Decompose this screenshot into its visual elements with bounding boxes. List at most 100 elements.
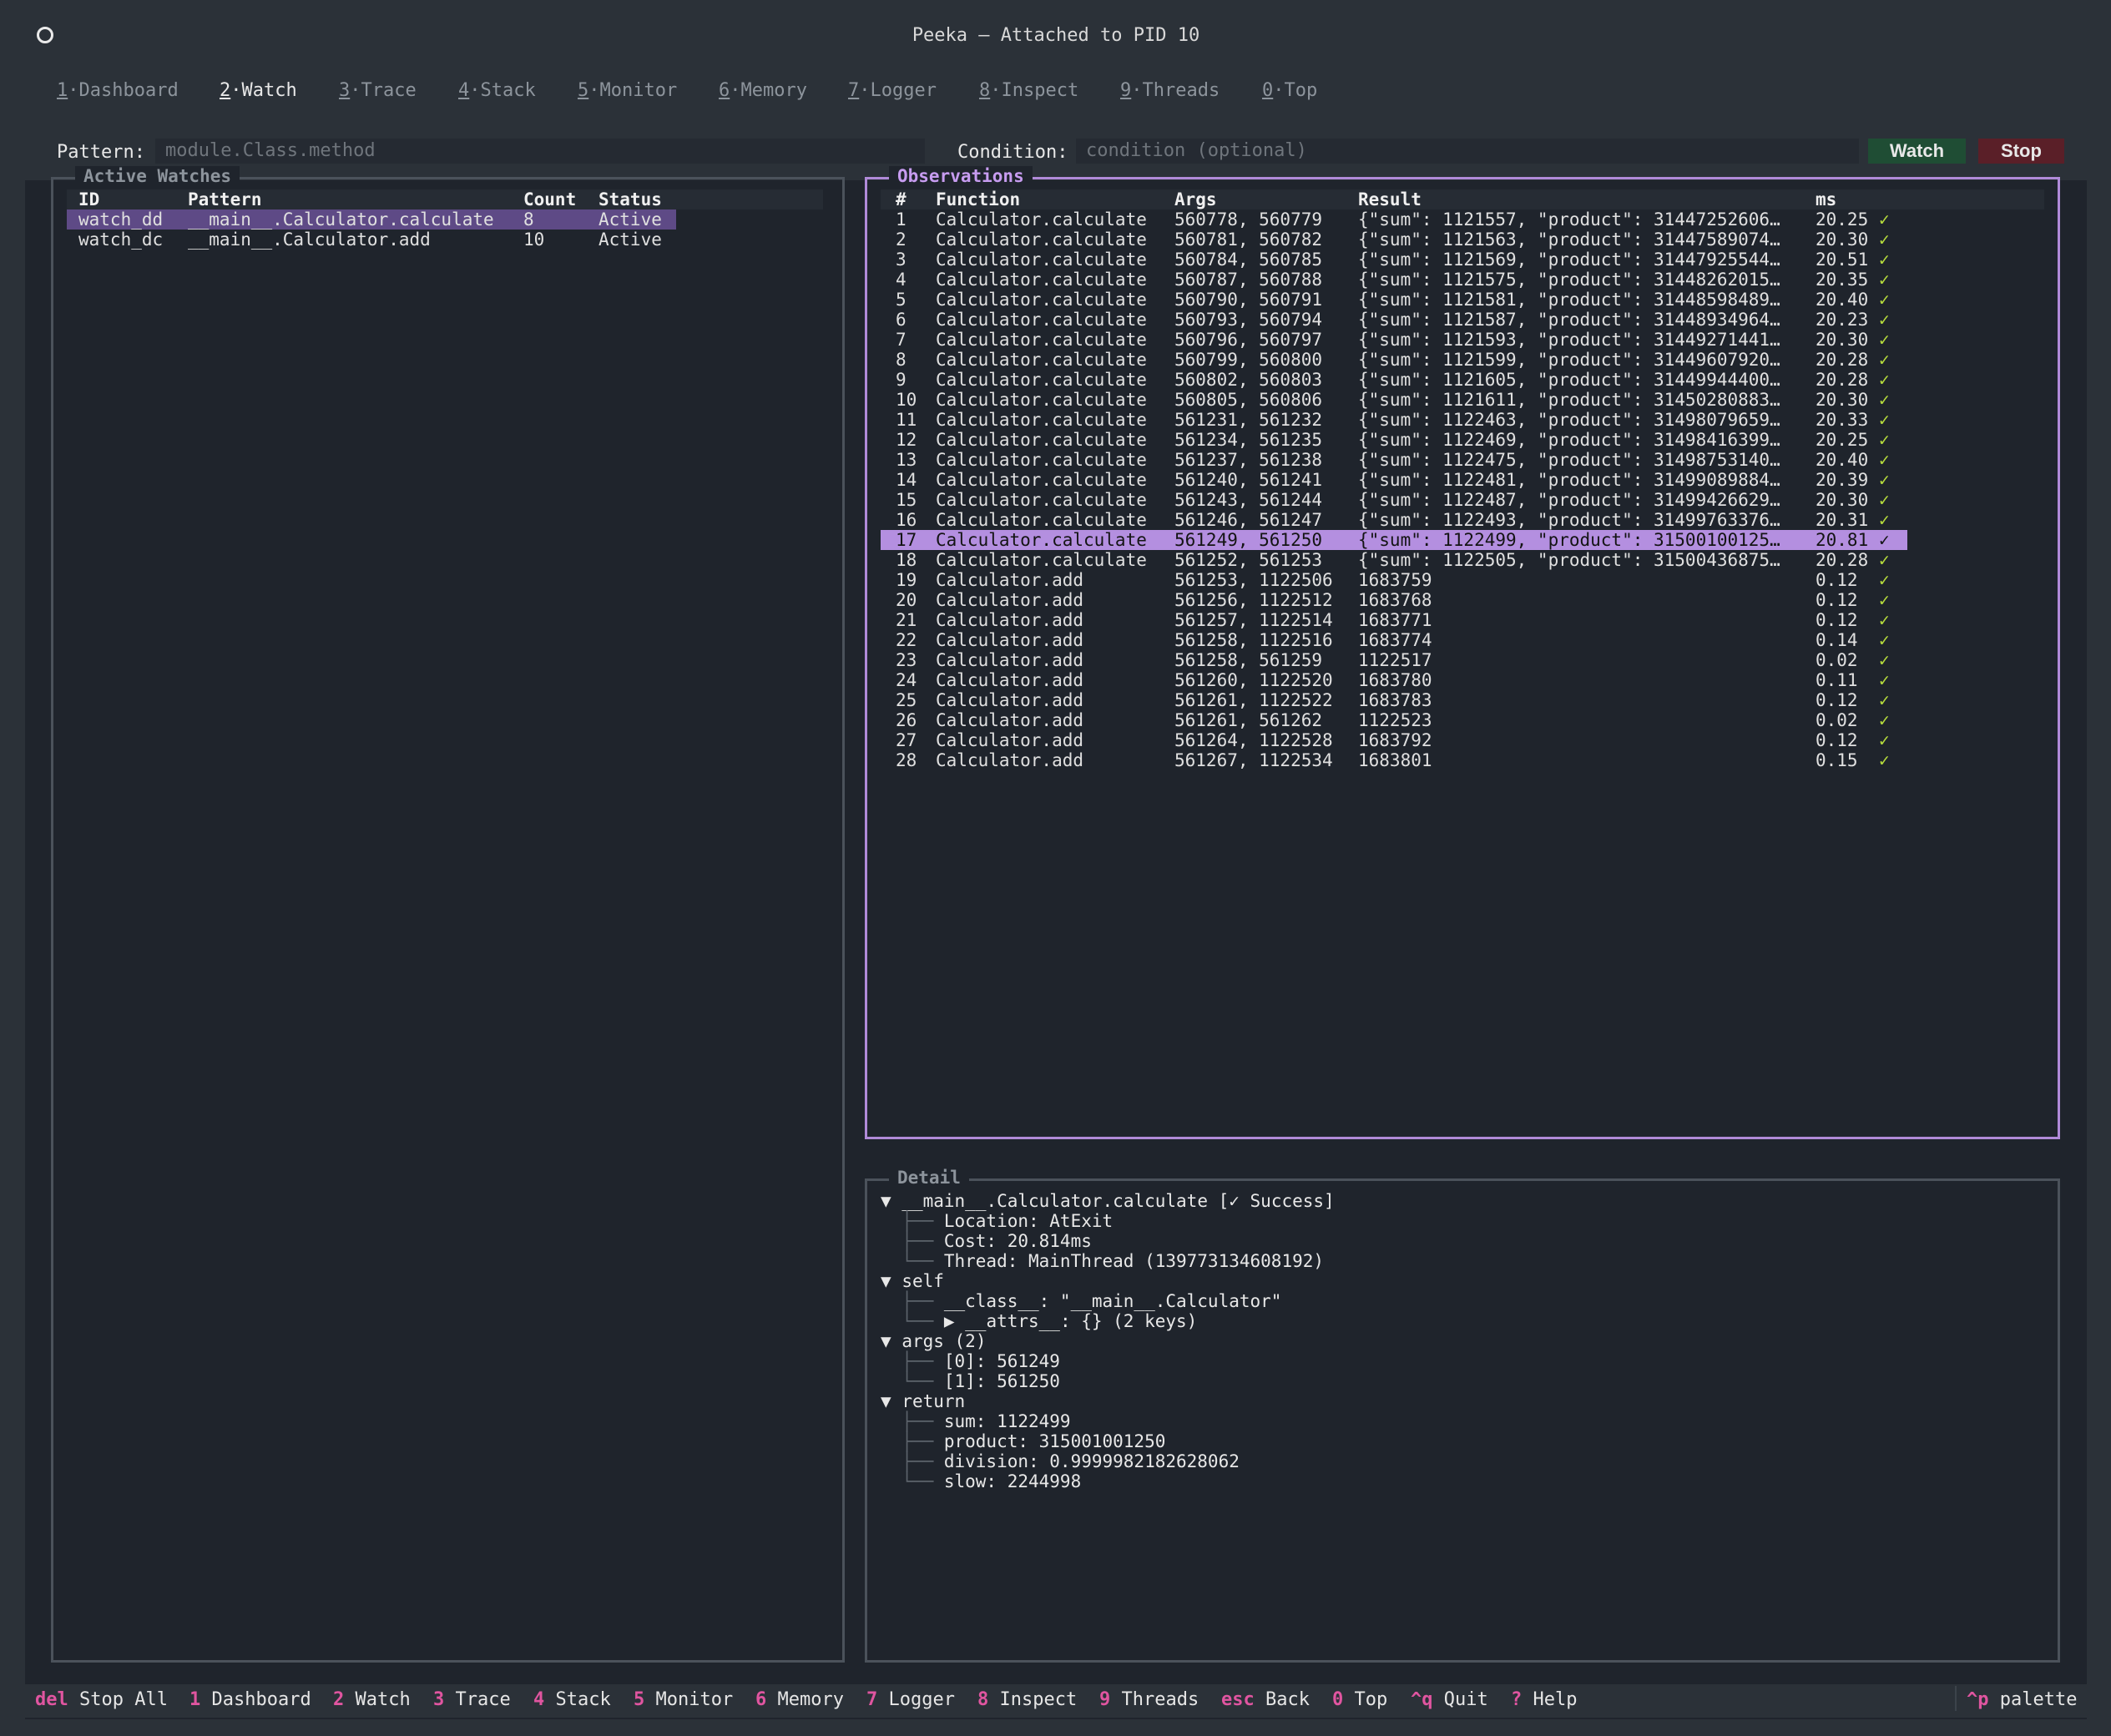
footer-key: esc bbox=[1221, 1689, 1255, 1710]
footer-item-monitor[interactable]: 5 Monitor bbox=[634, 1689, 733, 1710]
observation-row[interactable]: 8 Calculator.calculate 560799, 560800 {"sum… bbox=[881, 350, 1907, 370]
tree-text: __main__.Calculator.calculate [✓ Success… bbox=[901, 1191, 1335, 1211]
tree-node: └── slow: 2244998 bbox=[881, 1471, 1081, 1491]
tab-dashboard[interactable]: 1·Dashboard bbox=[57, 80, 179, 101]
observation-args: 560787, 560788 bbox=[1174, 270, 1323, 290]
triangle-right-icon[interactable]: ▶ bbox=[944, 1311, 965, 1331]
footer-key: 3 bbox=[433, 1689, 445, 1710]
footer-item-memory[interactable]: 6 Memory bbox=[755, 1689, 844, 1710]
tab-logger[interactable]: 7·Logger bbox=[848, 80, 937, 101]
footer-item-back[interactable]: esc Back bbox=[1221, 1689, 1310, 1710]
active-watches-panel: Active Watches ID Pattern Count Status watch… bbox=[51, 166, 845, 1663]
footer-item-help[interactable]: ? Help bbox=[1511, 1689, 1577, 1710]
footer-item-watch[interactable]: 2 Watch bbox=[333, 1689, 411, 1710]
watch-count: 10 bbox=[523, 230, 545, 250]
footer-item-inspect[interactable]: 8 Inspect bbox=[977, 1689, 1077, 1710]
stop-button[interactable]: Stop bbox=[1978, 139, 2064, 164]
tree-node[interactable]: └── ▶ __attrs__: {} (2 keys) bbox=[881, 1311, 1197, 1331]
triangle-down-icon[interactable]: ▼ bbox=[881, 1191, 891, 1211]
observation-row[interactable]: 6 Calculator.calculate 560793, 560794 {"sum… bbox=[881, 310, 1907, 330]
observation-num: 6 bbox=[896, 310, 907, 330]
triangle-down-icon[interactable]: ▼ bbox=[881, 1331, 891, 1351]
observation-args: 561256, 1122512 bbox=[1174, 590, 1333, 610]
watch-row[interactable]: watch_dc __main__.Calculator.add 10 Active bbox=[67, 230, 676, 250]
observation-row[interactable]: 26 Calculator.add 561261, 561262 1122523 0.0… bbox=[881, 710, 1907, 730]
observation-row[interactable]: 21 Calculator.add 561257, 1122514 1683771 0.… bbox=[881, 610, 1907, 630]
tab-separator: · bbox=[469, 80, 481, 101]
footer-item-top[interactable]: 0 Top bbox=[1332, 1689, 1387, 1710]
observation-row[interactable]: 1 Calculator.calculate 560778, 560779 {"sum… bbox=[881, 209, 1907, 230]
check-icon: ✓ bbox=[1879, 750, 1890, 770]
footer-item-trace[interactable]: 3 Trace bbox=[433, 1689, 511, 1710]
observation-row[interactable]: 14 Calculator.calculate 561240, 561241 {"su… bbox=[881, 470, 1907, 490]
observation-row[interactable]: 5 Calculator.calculate 560790, 560791 {"sum… bbox=[881, 290, 1907, 310]
observation-row[interactable]: 3 Calculator.calculate 560784, 560785 {"sum… bbox=[881, 250, 1907, 270]
observation-row[interactable]: 25 Calculator.add 561261, 1122522 1683783 0.… bbox=[881, 690, 1907, 710]
tab-monitor[interactable]: 5·Monitor bbox=[578, 80, 677, 101]
tab-top[interactable]: 0·Top bbox=[1262, 80, 1317, 101]
column-header-num: # bbox=[896, 189, 907, 209]
observation-row[interactable]: 23 Calculator.add 561258, 561259 1122517 0.0… bbox=[881, 650, 1907, 670]
observation-ms: 20.25 bbox=[1816, 209, 1869, 230]
tab-threads[interactable]: 9·Threads bbox=[1120, 80, 1220, 101]
observation-ms: 0.12 bbox=[1816, 610, 1858, 630]
observation-row[interactable]: 2 Calculator.calculate 560781, 560782 {"sum… bbox=[881, 230, 1907, 250]
observation-row[interactable]: 11 Calculator.calculate 561231, 561232 {"su… bbox=[881, 410, 1907, 430]
tree-node[interactable]: ▼ args (2) bbox=[881, 1331, 986, 1351]
footer-item-quit[interactable]: ^q Quit bbox=[1411, 1689, 1488, 1710]
pattern-input[interactable]: module.Class.method bbox=[155, 139, 925, 164]
footer-key: ^p bbox=[1967, 1689, 1989, 1710]
observation-row[interactable]: 15 Calculator.calculate 561243, 561244 {"su… bbox=[881, 490, 1907, 510]
footer-key: ^q bbox=[1411, 1689, 1433, 1710]
observation-row[interactable]: 27 Calculator.add 561264, 1122528 1683792 0.… bbox=[881, 730, 1907, 750]
watch-row[interactable]: watch_dd __main__.Calculator.calculate 8 Ac… bbox=[67, 209, 676, 230]
observation-args: 561237, 561238 bbox=[1174, 450, 1323, 470]
observation-result: {"sum": 1121563, "product": 31447589074… bbox=[1358, 230, 1780, 250]
footer-item-stack[interactable]: 4 Stack bbox=[533, 1689, 611, 1710]
column-header-args: Args bbox=[1174, 189, 1217, 209]
tree-node[interactable]: ▼ return bbox=[881, 1391, 965, 1411]
tree-node[interactable]: ▼ __main__.Calculator.calculate [✓ Succe… bbox=[881, 1191, 1335, 1211]
tab-stack[interactable]: 4·Stack bbox=[458, 80, 536, 101]
observation-num: 4 bbox=[896, 270, 907, 290]
tab-watch[interactable]: 2·Watch bbox=[220, 80, 297, 101]
observation-row[interactable]: 22 Calculator.add 561258, 1122516 1683774 0.… bbox=[881, 630, 1907, 650]
observation-func: Calculator.calculate bbox=[936, 430, 1147, 450]
footer-item-threads[interactable]: 9 Threads bbox=[1099, 1689, 1199, 1710]
observation-row[interactable]: 19 Calculator.add 561253, 1122506 1683759 0.… bbox=[881, 570, 1907, 590]
footer-item-logger[interactable]: 7 Logger bbox=[866, 1689, 955, 1710]
tab-inspect[interactable]: 8·Inspect bbox=[979, 80, 1078, 101]
footer-item-stop-all[interactable]: del Stop All bbox=[35, 1689, 168, 1710]
observation-args: 561240, 561241 bbox=[1174, 470, 1323, 490]
observation-row[interactable]: 12 Calculator.calculate 561234, 561235 {"su… bbox=[881, 430, 1907, 450]
observation-row[interactable]: 13 Calculator.calculate 561237, 561238 {"su… bbox=[881, 450, 1907, 470]
observation-row[interactable]: 16 Calculator.calculate 561246, 561247 {"su… bbox=[881, 510, 1907, 530]
observation-row[interactable]: 7 Calculator.calculate 560796, 560797 {"sum… bbox=[881, 330, 1907, 350]
observation-result: {"sum": 1122463, "product": 31498079659… bbox=[1358, 410, 1780, 430]
condition-input[interactable]: condition (optional) bbox=[1076, 139, 1859, 164]
observation-func: Calculator.calculate bbox=[936, 270, 1147, 290]
tab-label: Monitor bbox=[599, 80, 678, 101]
observation-num: 23 bbox=[896, 650, 917, 670]
observation-row[interactable]: 10 Calculator.calculate 560805, 560806 {"su… bbox=[881, 390, 1907, 410]
observation-row[interactable]: 20 Calculator.add 561256, 1122512 1683768 0.… bbox=[881, 590, 1907, 610]
watch-button[interactable]: Watch bbox=[1868, 139, 1966, 164]
observation-row[interactable]: 9 Calculator.calculate 560802, 560803 {"sum… bbox=[881, 370, 1907, 390]
observation-row[interactable]: 4 Calculator.calculate 560787, 560788 {"sum… bbox=[881, 270, 1907, 290]
triangle-down-icon[interactable]: ▼ bbox=[881, 1271, 891, 1291]
terminal-window: Peeka — Attached to PID 10 1·Dashboard 2·… bbox=[25, 17, 2087, 1719]
tab-trace[interactable]: 3·Trace bbox=[339, 80, 417, 101]
observation-row[interactable]: 28 Calculator.add 561267, 1122534 1683801 0.… bbox=[881, 750, 1907, 770]
observation-row[interactable]: 18 Calculator.calculate 561252, 561253 {"su… bbox=[881, 550, 1907, 570]
footer-item-palette[interactable]: ^p palette bbox=[1967, 1689, 2077, 1710]
footer-item-dashboard[interactable]: 1 Dashboard bbox=[189, 1689, 311, 1710]
footer-label: Monitor bbox=[655, 1689, 734, 1710]
tab-label: Trace bbox=[361, 80, 417, 101]
observation-ms: 0.12 bbox=[1816, 730, 1858, 750]
tab-memory[interactable]: 6·Memory bbox=[719, 80, 807, 101]
tree-node[interactable]: ▼ self bbox=[881, 1271, 944, 1291]
tree-text: args (2) bbox=[901, 1331, 987, 1351]
observation-row[interactable]: 24 Calculator.add 561260, 1122520 1683780 0.… bbox=[881, 670, 1907, 690]
triangle-down-icon[interactable]: ▼ bbox=[881, 1391, 891, 1411]
observation-row[interactable]: 17 Calculator.calculate 561249, 561250 {"su… bbox=[881, 530, 1907, 550]
